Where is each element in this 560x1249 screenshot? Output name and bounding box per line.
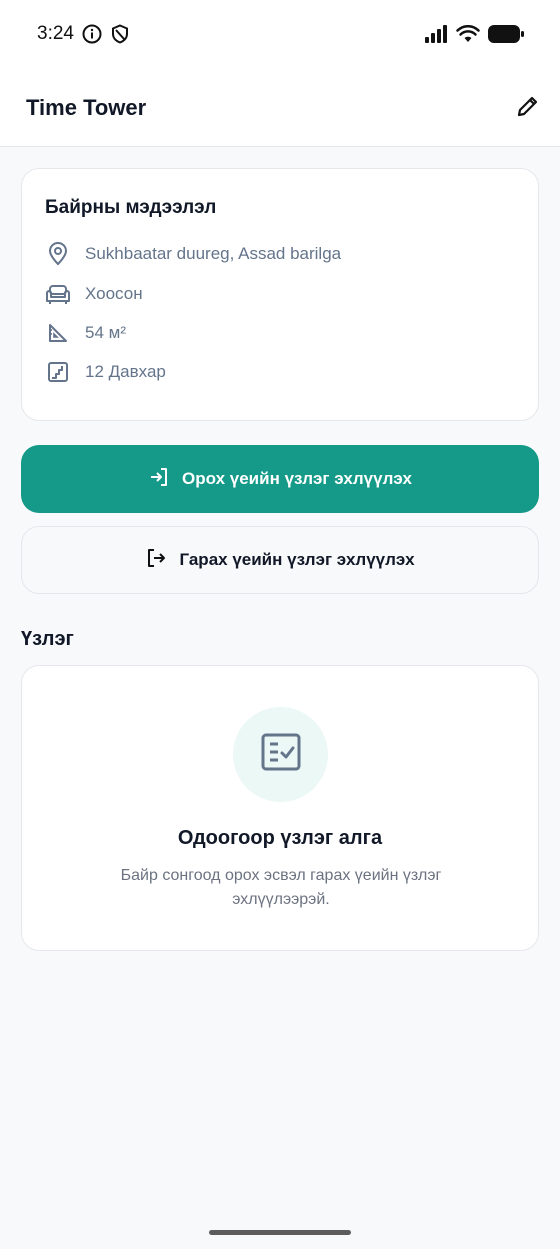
pencil-icon <box>515 93 541 124</box>
logout-icon <box>145 547 167 574</box>
occupancy-status-text: Хоосон <box>85 284 143 303</box>
empty-state-icon-circle <box>233 707 328 802</box>
home-indicator[interactable] <box>209 1230 351 1235</box>
status-right-icons <box>424 24 524 49</box>
empty-state-description: Байр сонгоод орох эсвэл гарах үеийн үзлэ… <box>120 867 442 908</box>
checkout-button-label: Гарах үеийн үзлэг эхлүүлэх <box>179 550 415 569</box>
login-icon <box>148 466 170 493</box>
checklist-icon <box>260 732 302 777</box>
floor-row: 12 Давхар <box>45 359 166 385</box>
area-row: 54 м² <box>45 320 126 346</box>
signal-icon <box>424 25 448 48</box>
battery-icon <box>488 24 524 49</box>
area-text: 54 м² <box>85 323 126 342</box>
location-text: Sukhbaatar duureg, Assad barilga <box>85 244 342 263</box>
status-row: Хоосон <box>45 281 143 307</box>
page-title: Time Tower <box>26 95 147 120</box>
status-bar: 3:24 <box>0 0 560 68</box>
status-left-icons <box>82 24 130 49</box>
location-row: Sukhbaatar duureg, Assad barilga <box>45 241 341 267</box>
start-checkin-inspection-button[interactable]: Орох үеийн үзлэг эхлүүлэх <box>21 445 539 513</box>
start-checkout-inspection-button[interactable]: Гарах үеийн үзлэг эхлүүлэх <box>21 526 539 594</box>
checkin-button-label: Орох үеийн үзлэг эхлүүлэх <box>182 469 412 488</box>
shield-icon <box>110 24 130 49</box>
empty-state-title: Одоогоор үзлэг алга <box>177 827 383 849</box>
edit-button[interactable] <box>514 94 542 122</box>
floor-text: 12 Давхар <box>85 362 166 381</box>
status-time: 3:24 <box>37 23 74 44</box>
info-icon <box>82 24 102 49</box>
wifi-icon <box>456 24 480 48</box>
property-info-card: Байрны мэдээлэл Sukhbaatar duureg, Assad… <box>21 168 539 421</box>
ruler-triangle-icon <box>45 320 71 346</box>
stairs-icon <box>45 359 71 385</box>
empty-state-card: Одоогоор үзлэг алга Байр сонгоод орох эс… <box>21 665 539 951</box>
inspections-section-title: Үзлэг <box>21 628 74 650</box>
sofa-icon <box>45 281 71 307</box>
map-pin-icon <box>45 241 71 267</box>
app-header: Time Tower <box>0 68 560 147</box>
property-card-title: Байрны мэдээлэл <box>45 197 217 218</box>
